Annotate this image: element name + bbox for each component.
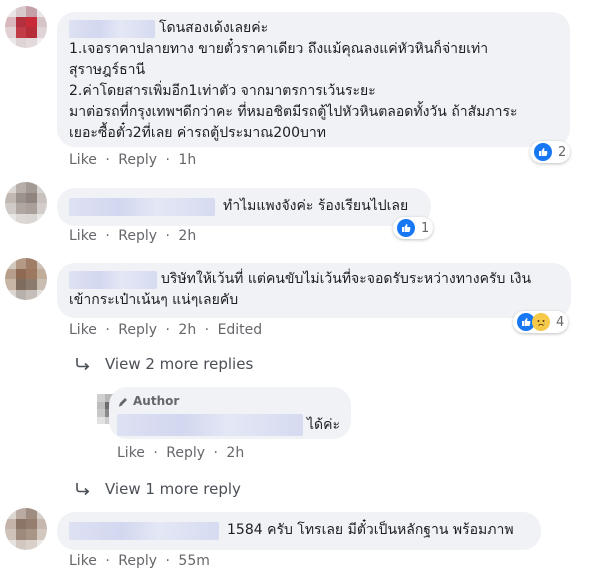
avatar[interactable] — [5, 182, 47, 224]
comment-text-line: โดนสองเด้งเลยค่ะ — [159, 20, 269, 36]
like-button[interactable]: Like — [69, 322, 97, 338]
reply-button[interactable]: Reply — [118, 322, 157, 338]
author-badge-label: Author — [133, 394, 180, 408]
timestamp[interactable]: 1h — [178, 152, 196, 168]
comment-bubble: ทำไมแพงจังค่ะ ร้องเรียนไปเลย — [57, 188, 431, 226]
commenter-name-redacted[interactable] — [117, 414, 303, 436]
reaction-count: 4 — [556, 314, 565, 330]
comment-actions: Like · Reply · 2h — [69, 228, 197, 244]
author-badge: Author — [117, 391, 343, 412]
timestamp[interactable]: 2h — [226, 445, 244, 461]
sad-reaction-icon — [532, 313, 550, 331]
reply-arrow-icon — [75, 357, 93, 371]
reaction-summary[interactable]: 4 — [513, 311, 569, 333]
reply-button[interactable]: Reply — [166, 445, 205, 461]
view-more-replies-label: View 2 more replies — [105, 355, 254, 373]
reply-actions: Like · Reply · 2h — [117, 445, 245, 461]
reaction-summary[interactable]: 1 — [393, 217, 434, 239]
comment-actions: Like · Reply · 2h · Edited — [69, 322, 263, 338]
reply-button[interactable]: Reply — [118, 553, 157, 569]
timestamp[interactable]: 2h — [178, 228, 196, 244]
comment-bubble: 1584 ครับ โทรเลย มีตั๋วเป็นหลักฐาน พร้อม… — [57, 512, 541, 550]
reply-button[interactable]: Reply — [118, 152, 157, 168]
comment-text-line: มาต่อรถที่กรุงเทพฯดีกว่าคะ ที่หมอชิตมีรถ… — [69, 104, 518, 120]
comment-text-line: 1.เจอราคาปลายทาง ขายตั๋วราคาเดียว ถึงแม้… — [69, 41, 489, 57]
reply-button[interactable]: Reply — [118, 228, 157, 244]
reply-bubble: Author ได้ค่ะ — [109, 387, 351, 439]
comment-bubble: บริษัทให้เว้นที่ แต่คนขับไม่เว้นที่จะจอด… — [57, 263, 571, 318]
like-button[interactable]: Like — [117, 445, 145, 461]
like-reaction-icon — [397, 219, 415, 237]
avatar[interactable] — [5, 6, 47, 48]
commenter-name-redacted[interactable] — [69, 197, 215, 216]
comment-text-line: บริษัทให้เว้นที่ แต่คนขับไม่เว้นที่จะจอด… — [161, 271, 532, 287]
view-more-replies-link[interactable]: View 1 more reply — [75, 480, 241, 498]
comment-bubble: โดนสองเด้งเลยค่ะ 1.เจอราคาปลายทาง ขายตั๋… — [57, 12, 570, 147]
comment-text-line: เยอะซื้อตั๋ว2ที่เลย ค่ารถตู้ประมาณ200บาท — [69, 125, 326, 141]
edited-label[interactable]: Edited — [218, 322, 263, 338]
commenter-name-redacted[interactable] — [69, 19, 155, 38]
commenter-name-redacted[interactable] — [69, 521, 219, 540]
timestamp[interactable]: 55m — [178, 553, 209, 569]
comment-actions: Like · Reply · 55m — [69, 553, 210, 569]
avatar[interactable] — [5, 508, 47, 550]
timestamp[interactable]: 2h — [178, 322, 196, 338]
avatar[interactable] — [5, 258, 47, 300]
commenter-name-redacted[interactable] — [69, 270, 157, 289]
reaction-count: 2 — [558, 144, 567, 160]
comment-actions: Like · Reply · 1h — [69, 152, 197, 168]
reply-text: ได้ค่ะ — [307, 416, 341, 433]
like-button[interactable]: Like — [69, 553, 97, 569]
reaction-count: 1 — [421, 220, 430, 236]
like-button[interactable]: Like — [69, 152, 97, 168]
pencil-icon — [117, 396, 129, 408]
like-reaction-icon — [534, 143, 552, 161]
comment-text: 1584 ครับ โทรเลย มีตั๋วเป็นหลักฐาน พร้อม… — [227, 522, 514, 538]
reaction-summary[interactable]: 2 — [530, 141, 571, 163]
like-button[interactable]: Like — [69, 228, 97, 244]
view-more-replies-link[interactable]: View 2 more replies — [75, 355, 253, 373]
comment-text-line: เข้ากระเป๋าเน้นๆ แน่ๆเลยคับ — [69, 292, 239, 308]
view-more-replies-label: View 1 more reply — [105, 480, 241, 498]
reply-arrow-icon — [75, 482, 93, 496]
comment-text-line: 2.ค่าโดยสารเพิ่มอีก1เท่าตัว จากมาตรการเว… — [69, 83, 376, 99]
comment-text-line: สุราษฎร์ธานี — [69, 62, 146, 78]
comment-text: ทำไมแพงจังค่ะ ร้องเรียนไปเลย — [223, 198, 409, 214]
